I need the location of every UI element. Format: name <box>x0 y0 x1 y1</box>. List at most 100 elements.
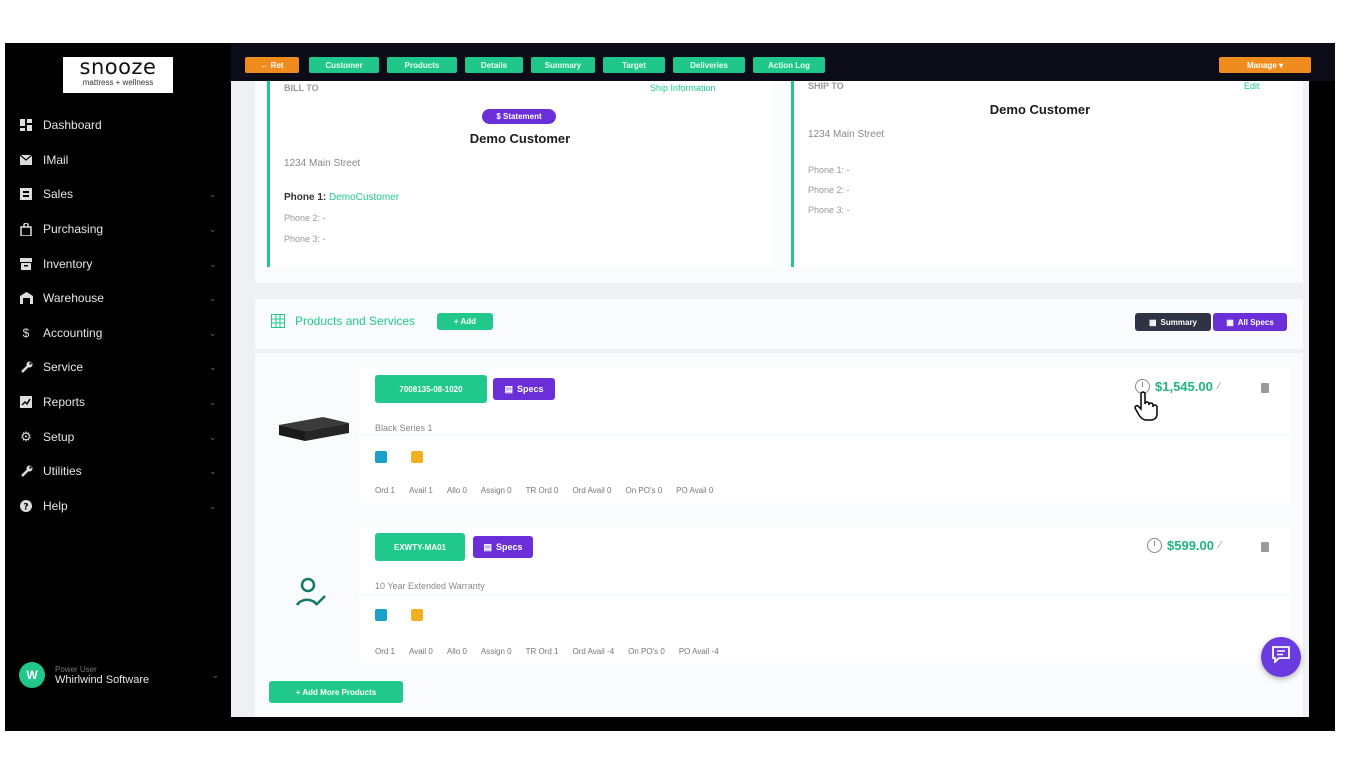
statement-badge[interactable]: $ Statement <box>482 109 556 124</box>
sidebar-item-setup[interactable]: ⚙ Setup ⌄ <box>19 427 219 447</box>
sidebar-item-label: Sales <box>43 187 74 201</box>
user-menu[interactable]: W Power User Whirlwind Software ⌄ <box>19 660 219 690</box>
stat-tr-ord: TR Ord 0 <box>525 486 559 495</box>
sidebar-item-purchasing[interactable]: Purchasing ⌄ <box>19 219 219 239</box>
home-icon[interactable] <box>375 451 387 463</box>
sidebar-item-imail[interactable]: IMail <box>19 150 219 170</box>
summary-label: Summary <box>1160 317 1198 327</box>
tab-summary[interactable]: Summary <box>531 57 595 73</box>
inventory-icon <box>19 257 33 271</box>
product-price: $1,545.00 <box>1155 379 1213 394</box>
sidebar-item-help[interactable]: ? Help ⌄ <box>19 496 219 516</box>
edit-icon[interactable]: ⁄ <box>1219 540 1221 551</box>
warehouse-icon <box>19 291 33 305</box>
tag-icon[interactable] <box>411 451 423 463</box>
edit-icon[interactable]: ⁄ <box>1218 381 1220 392</box>
chevron-down-icon: ⌄ <box>209 465 217 476</box>
grid-icon: ▦ <box>1226 317 1234 327</box>
tab-target[interactable]: Target <box>603 57 665 73</box>
sidebar-item-label: Warehouse <box>43 291 104 305</box>
manage-dropdown[interactable]: Manage ▾ <box>1219 57 1311 73</box>
svg-text:?: ? <box>23 503 28 513</box>
sku-button[interactable]: 7008135-08-1020 <box>375 375 487 403</box>
stat-allo: Allo 0 <box>446 647 467 656</box>
product-description: 10 Year Extended Warranty <box>375 581 485 591</box>
tab-action-log[interactable]: Action Log <box>753 57 825 73</box>
gear-icon: ⚙ <box>20 429 32 444</box>
tab-details[interactable]: Details <box>465 57 523 73</box>
person-check-icon <box>295 577 327 612</box>
ship-to-name: Demo Customer <box>989 102 1091 117</box>
chevron-down-icon: ⌄ <box>209 500 217 511</box>
products-header: Products and Services + Add ▦ Summary ▦ Al… <box>255 299 1303 349</box>
brand-logo[interactable]: snooze mattress + wellness <box>63 57 173 93</box>
chevron-down-icon: ⌄ <box>209 292 217 303</box>
phone1-label: Phone 1: <box>284 192 327 203</box>
chevron-down-icon: ⌄ <box>209 258 217 269</box>
sidebar-item-label: Service <box>43 360 84 374</box>
document-icon: ▤ <box>504 383 513 394</box>
bill-to-address: 1234 Main Street <box>284 158 361 169</box>
dashboard-icon <box>19 118 33 132</box>
logo-tagline: mattress + wellness <box>82 78 154 87</box>
summary-button[interactable]: ▦ Summary <box>1135 313 1211 331</box>
stat-allo: Allo 0 <box>446 486 467 495</box>
chat-button[interactable] <box>1261 637 1301 677</box>
specs-label: Specs <box>495 542 523 552</box>
chat-icon <box>1272 646 1290 668</box>
sidebar-item-label: Utilities <box>43 464 82 478</box>
tab-products[interactable]: Products <box>387 57 457 73</box>
hand-cursor-icon <box>1133 391 1159 426</box>
sidebar-item-label: Reports <box>43 395 86 409</box>
bag-icon <box>19 222 33 236</box>
ship-to-phone1: Phone 1: - <box>808 165 850 175</box>
ship-to-edit-link[interactable]: Edit <box>1244 81 1260 91</box>
stat-ord: Ord 1 <box>375 486 396 495</box>
specs-button[interactable]: ▤ Specs <box>473 536 533 558</box>
all-specs-label: All Specs <box>1237 317 1274 327</box>
sidebar-item-inventory[interactable]: Inventory ⌄ <box>19 254 219 274</box>
add-more-products-button[interactable]: + Add More Products <box>269 681 403 703</box>
bill-to-phone3: Phone 3: - <box>284 234 326 244</box>
chevron-down-icon: ⌄ <box>209 396 217 407</box>
sidebar-item-sales[interactable]: Sales ⌄ <box>19 184 219 204</box>
sidebar-item-service[interactable]: Service ⌄ <box>19 357 219 377</box>
sidebar-item-dashboard[interactable]: Dashboard <box>19 115 219 135</box>
main-content: BILL TO Ship Information $ Statement Dem… <box>231 81 1309 717</box>
home-icon[interactable] <box>375 609 387 621</box>
sidebar-item-warehouse[interactable]: Warehouse ⌄ <box>19 288 219 308</box>
specs-button[interactable]: ▤ Specs <box>493 378 555 400</box>
sidebar-item-reports[interactable]: Reports ⌄ <box>19 392 219 412</box>
help-icon: ? <box>19 499 33 513</box>
delete-icon[interactable] <box>1261 383 1269 393</box>
specs-label: Specs <box>516 384 544 394</box>
wrench-icon <box>19 360 33 374</box>
ship-to-phone3: Phone 3: - <box>808 205 850 215</box>
all-specs-button[interactable]: ▦ All Specs <box>1213 313 1287 331</box>
sidebar-item-accounting[interactable]: $ Accounting ⌄ <box>19 323 219 343</box>
bill-to-header: BILL TO <box>284 83 319 93</box>
price-display[interactable]: $599.00 ⁄ <box>1147 538 1221 553</box>
ship-information-link[interactable]: Ship Information <box>650 83 716 93</box>
dollar-icon: $ <box>22 326 30 340</box>
summary-icon: ▦ <box>1148 317 1157 327</box>
bill-to-name: Demo Customer <box>469 131 571 146</box>
back-button[interactable]: ← Ret <box>245 57 299 73</box>
sidebar-item-label: Inventory <box>43 257 93 271</box>
delete-icon[interactable] <box>1261 542 1269 552</box>
sidebar: snooze mattress + wellness Dashboard IMa… <box>5 43 231 731</box>
tab-customer[interactable]: Customer <box>309 57 379 73</box>
phone1-link[interactable]: DemoCustomer <box>329 192 399 203</box>
chevron-down-icon: ⌄ <box>209 223 217 234</box>
sidebar-item-label: Setup <box>43 430 75 444</box>
tab-deliveries[interactable]: Deliveries <box>673 57 745 73</box>
stat-assign: Assign 0 <box>480 647 512 656</box>
add-product-button[interactable]: + Add <box>437 313 493 330</box>
grid-icon <box>271 314 285 333</box>
tag-icon[interactable] <box>411 609 423 621</box>
sidebar-item-utilities[interactable]: Utilities ⌄ <box>19 461 219 481</box>
stat-on-pos: On PO's 0 <box>625 486 663 495</box>
sku-button[interactable]: EXWTY-MA01 <box>375 533 465 561</box>
sidebar-item-label: Purchasing <box>43 222 104 236</box>
ship-to-phone2: Phone 2: - <box>808 185 850 195</box>
